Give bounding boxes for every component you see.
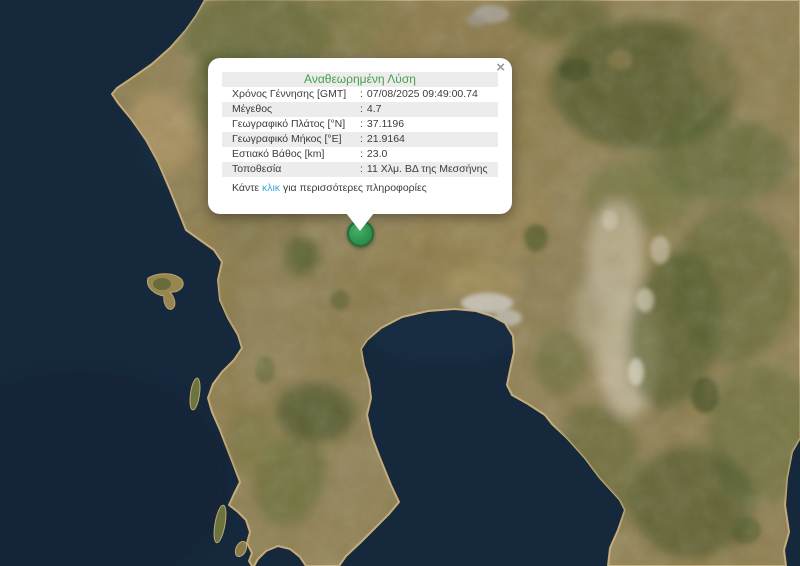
row-colon: :: [360, 117, 363, 132]
footer-suffix: για περισσότερες πληροφορίες: [283, 182, 427, 194]
island-vegetation: [153, 278, 171, 290]
close-icon[interactable]: ×: [496, 60, 505, 75]
popup-footer: Κάντε κλικ για περισσότερες πληροφορίες: [222, 181, 498, 196]
row-magnitude: Μέγεθος:4.7: [222, 102, 498, 117]
row-latitude: Γεωγραφικό Πλάτος [°N]:37.1196: [222, 117, 498, 132]
earthquake-info-popup: × Αναθεωρημένη Λύση Χρόνος Γέννησης [GMT…: [208, 58, 512, 214]
row-depth: Εστιακό Βάθος [km]:23.0: [222, 147, 498, 162]
row-label: Τοποθεσία: [232, 162, 360, 177]
row-label: Εστιακό Βάθος [km]: [232, 147, 360, 162]
row-label: Χρόνος Γέννησης [GMT]: [232, 87, 360, 102]
row-value: 23.0: [367, 147, 387, 162]
row-value: 4.7: [367, 102, 382, 117]
row-value: 37.1196: [367, 117, 404, 132]
row-location: Τοποθεσία:11 Χλμ. ΒΔ της Μεσσήνης: [222, 162, 498, 177]
row-colon: :: [360, 102, 363, 117]
popup-rows: Χρόνος Γέννησης [GMT]:07/08/2025 09:49:0…: [222, 87, 498, 177]
more-info-link[interactable]: κλικ: [262, 182, 280, 194]
row-value: 21.9164: [367, 132, 405, 147]
footer-prefix: Κάντε: [232, 182, 259, 194]
row-colon: :: [360, 162, 363, 177]
row-label: Μέγεθος: [232, 102, 360, 117]
row-label: Γεωγραφικό Πλάτος [°N]: [232, 117, 360, 132]
row-label: Γεωγραφικό Μήκος [°E]: [232, 132, 360, 147]
row-colon: :: [360, 132, 363, 147]
row-value: 07/08/2025 09:49:00.74: [367, 87, 478, 102]
popup-tail: [346, 213, 374, 231]
popup-title: Αναθεωρημένη Λύση: [222, 72, 498, 87]
popup-content: Αναθεωρημένη Λύση Χρόνος Γέννησης [GMT]:…: [208, 58, 512, 206]
row-value: 11 Χλμ. ΒΔ της Μεσσήνης: [367, 162, 488, 177]
map-viewport: × Αναθεωρημένη Λύση Χρόνος Γέννησης [GMT…: [0, 0, 800, 566]
row-longitude: Γεωγραφικό Μήκος [°E]:21.9164: [222, 132, 498, 147]
row-colon: :: [360, 87, 363, 102]
row-colon: :: [360, 147, 363, 162]
row-origin-time: Χρόνος Γέννησης [GMT]:07/08/2025 09:49:0…: [222, 87, 498, 102]
